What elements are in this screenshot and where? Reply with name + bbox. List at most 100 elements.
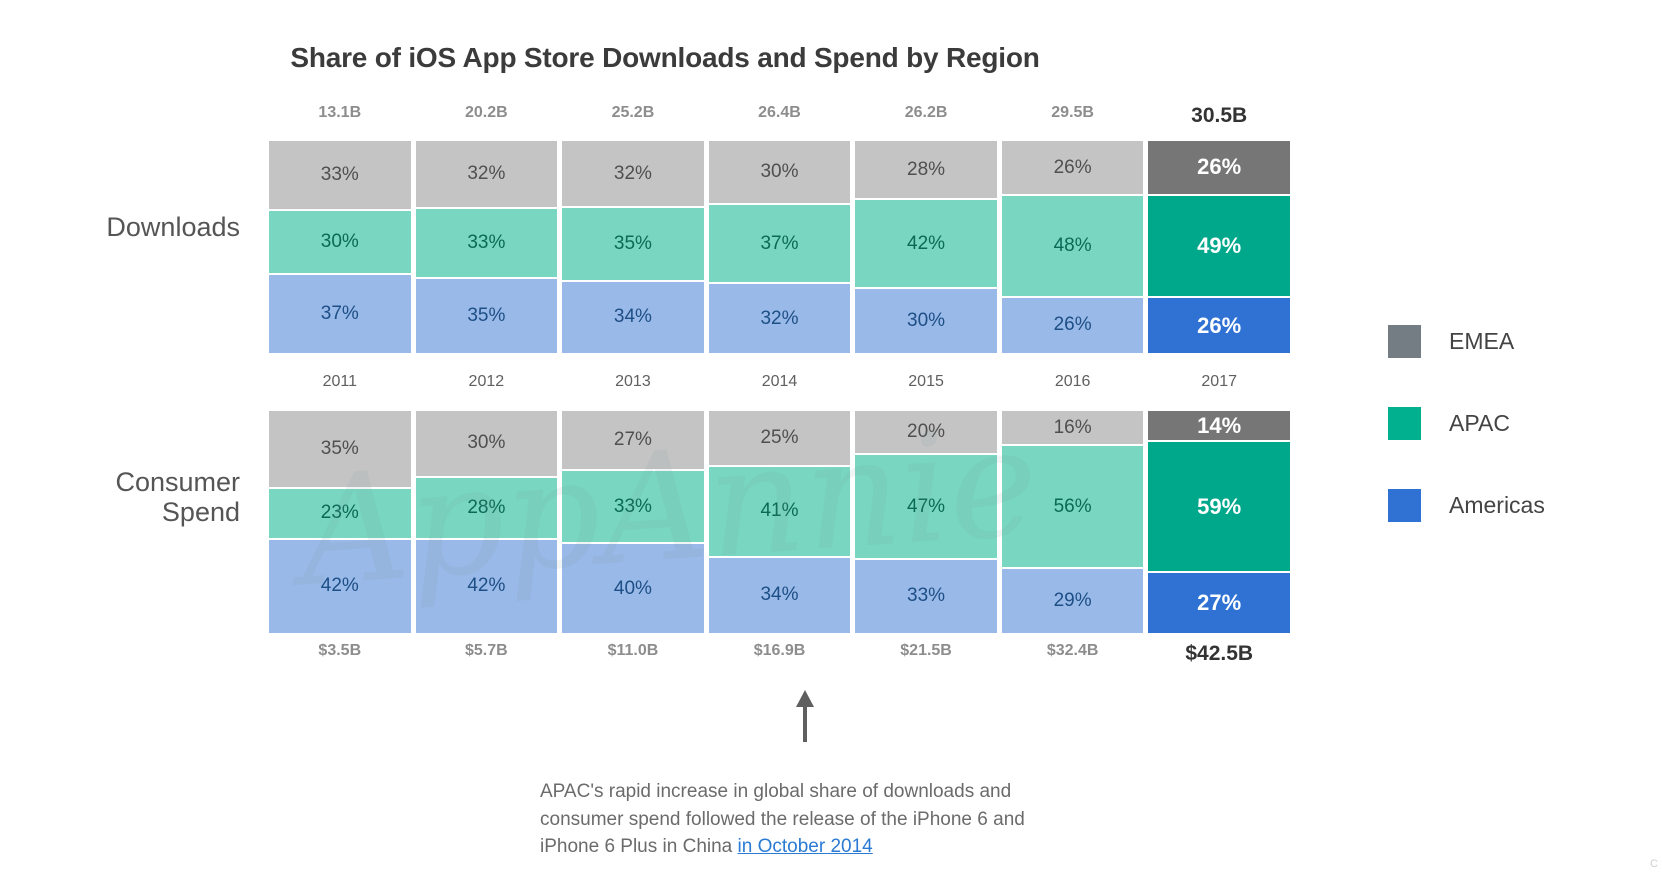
column-2015: 28% 42% 30% <box>855 141 997 353</box>
legend-swatch-icon <box>1388 406 1421 440</box>
segment-emea-2017: 26% <box>1148 141 1290 196</box>
column-2016: 26% 48% 26% <box>1001 141 1144 353</box>
year-label-2016: 2016 <box>1054 373 1091 390</box>
annotation-line-3: iPhone 6 Plus in China in October 2014 <box>540 833 1180 861</box>
segment-emea-2013: 27% <box>562 411 704 471</box>
segment-value-label: 28% <box>907 158 946 180</box>
legend: EMEA APAC Americas <box>1388 300 1638 546</box>
annotation-line-2: consumer spend followed the release of t… <box>540 808 1025 830</box>
year-label-2012: 2012 <box>468 373 505 390</box>
segment-emea-2011: 33% <box>269 141 411 211</box>
segment-value-label: 34% <box>760 584 799 606</box>
legend-label: APAC <box>1449 409 1510 436</box>
segment-value-label: 23% <box>320 502 359 524</box>
segment-apac-2016: 48% <box>1001 196 1144 298</box>
column-2017: 26% 49% 26% <box>1148 141 1290 353</box>
segment-value-label: 27% <box>1197 590 1242 616</box>
segment-value-label: 56% <box>1053 495 1092 517</box>
segment-emea-2015: 28% <box>855 141 997 201</box>
annotation-link[interactable]: in October 2014 <box>738 836 873 857</box>
corner-mark: C <box>1650 858 1658 870</box>
segment-emea-2012: 30% <box>415 411 558 478</box>
segment-americas-2016: 29% <box>1001 569 1144 633</box>
row-label-downloads: Downloads <box>106 212 240 242</box>
row-label-consumer-spend-line1: Consumer <box>115 467 240 497</box>
segment-value-label: 37% <box>320 302 359 324</box>
segment-americas-2013: 34% <box>562 281 704 353</box>
segment-value-label: 20% <box>907 421 946 443</box>
segment-value-label: 25% <box>760 426 799 448</box>
column-2011: 33% 30% 37% <box>269 141 411 353</box>
segment-value-label: 49% <box>1197 232 1242 258</box>
segment-value-label: 35% <box>613 232 652 254</box>
segment-apac-2017: 59% <box>1148 442 1290 574</box>
column-2013: 27% 33% 40% <box>562 411 704 633</box>
segment-value-label: 59% <box>1197 493 1242 519</box>
segment-value-label: 32% <box>760 307 799 329</box>
segment-emea-2014: 25% <box>708 411 851 467</box>
segment-emea-2017: 14% <box>1148 411 1290 443</box>
segment-value-label: 28% <box>467 496 506 518</box>
segment-value-label: 30% <box>760 161 799 183</box>
segment-value-label: 33% <box>467 231 506 253</box>
segment-americas-2011: 37% <box>269 274 411 353</box>
downloads-total-2017: 30.5B <box>1191 104 1248 127</box>
year-label-2013: 2013 <box>615 373 651 390</box>
year-axis: 2011 2012 2013 2014 2015 2016 2017 <box>269 373 1290 399</box>
segment-americas-2012: 35% <box>415 278 558 353</box>
segment-value-label: 33% <box>907 585 946 607</box>
annotation-arrow-icon <box>795 690 815 742</box>
column-2016: 16% 56% 29% <box>1001 411 1144 633</box>
column-2014: 30% 37% 32% <box>708 141 851 353</box>
spend-total-2014: $16.9B <box>753 642 806 659</box>
downloads-total-2015: 26.2B <box>904 104 948 121</box>
segment-americas-2012: 42% <box>415 539 558 633</box>
segment-americas-2011: 42% <box>269 539 411 633</box>
segment-value-label: 37% <box>760 232 799 254</box>
row-label-consumer-spend-line2: Spend <box>161 497 240 528</box>
segment-apac-2012: 28% <box>415 477 558 540</box>
segment-americas-2017: 27% <box>1148 573 1290 633</box>
segment-value-label: 30% <box>907 310 946 332</box>
segment-apac-2017: 49% <box>1148 195 1290 299</box>
segment-value-label: 42% <box>320 575 359 597</box>
segment-emea-2016: 16% <box>1001 411 1144 447</box>
column-2012: 32% 33% 35% <box>415 141 558 353</box>
segment-americas-2017: 26% <box>1148 298 1290 353</box>
consumer-spend-panel: 35% 23% 42% 30% 28% 42% 27% 33% 40% 25% 41% 34% 20% 4… <box>269 411 1290 633</box>
segment-value-label: 16% <box>1053 416 1092 438</box>
segment-value-label: 27% <box>613 428 652 450</box>
segment-emea-2012: 32% <box>415 141 558 209</box>
segment-emea-2016: 26% <box>1001 141 1144 197</box>
segment-value-label: 34% <box>613 306 652 328</box>
legend-item-apac[interactable]: APAC <box>1388 382 1638 464</box>
segment-value-label: 33% <box>320 163 359 185</box>
segment-value-label: 35% <box>320 437 359 459</box>
legend-item-americas[interactable]: Americas <box>1388 464 1638 546</box>
segment-value-label: 42% <box>467 575 506 597</box>
row-label-consumer-spend: Consumer Spend <box>0 467 240 527</box>
segment-apac-2014: 37% <box>708 205 851 285</box>
segment-emea-2015: 20% <box>855 411 997 456</box>
legend-swatch-icon <box>1388 324 1421 358</box>
segment-apac-2015: 42% <box>855 200 997 290</box>
segment-emea-2014: 30% <box>708 141 851 206</box>
segment-americas-2015: 33% <box>855 559 997 633</box>
legend-item-emea[interactable]: EMEA <box>1388 300 1638 382</box>
consumer-spend-totals-axis: $3.5B $5.7B $11.0B $16.9B $21.5B $32.4B $42.5B <box>269 642 1290 668</box>
segment-value-label: 26% <box>1053 314 1092 336</box>
segment-apac-2011: 23% <box>269 488 411 540</box>
downloads-total-2016: 29.5B <box>1051 104 1094 121</box>
chart-canvas: Share of iOS App Store Downloads and Spe… <box>0 0 1662 872</box>
segment-apac-2016: 56% <box>1001 446 1144 570</box>
annotation-line-1: APAC's rapid increase in global share of… <box>540 781 1012 802</box>
column-2013: 32% 35% 34% <box>562 141 704 353</box>
segment-value-label: 29% <box>1053 590 1092 612</box>
segment-americas-2015: 30% <box>855 289 997 353</box>
segment-value-label: 32% <box>467 162 506 184</box>
segment-value-label: 35% <box>467 304 506 326</box>
downloads-total-2013: 25.2B <box>611 104 655 121</box>
spend-total-2017: $42.5B <box>1185 642 1254 665</box>
segment-apac-2013: 33% <box>562 470 704 545</box>
segment-value-label: 26% <box>1053 156 1092 178</box>
